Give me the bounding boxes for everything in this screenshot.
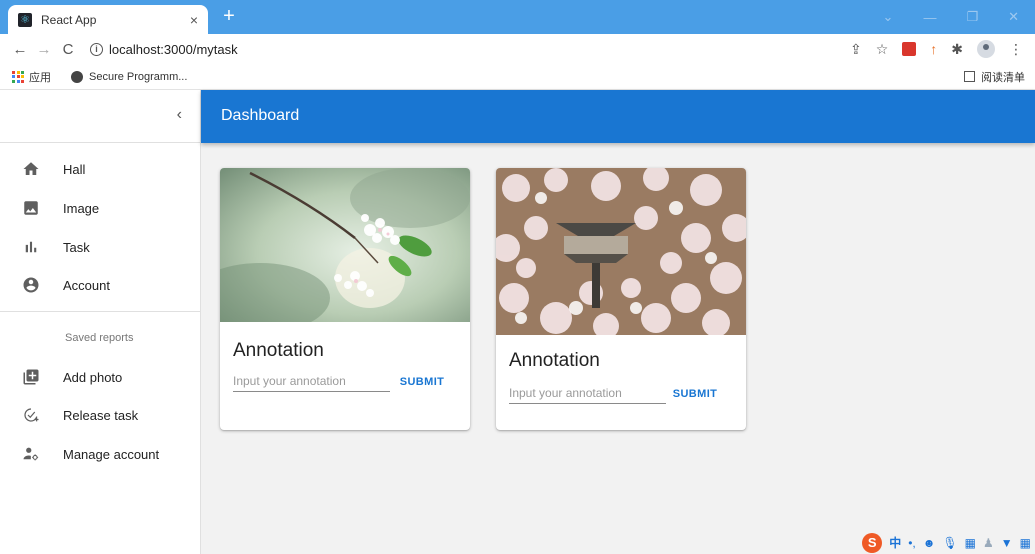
- browser-tab[interactable]: ⚛ React App ×: [8, 5, 208, 34]
- ime-punctuation-icon[interactable]: •,: [908, 536, 916, 550]
- submit-button[interactable]: SUBMIT: [663, 380, 727, 408]
- sidebar-item-image[interactable]: Image: [0, 189, 200, 227]
- app-bar: Dashboard: [201, 90, 1035, 143]
- sidebar-item-label: Task: [63, 239, 90, 255]
- emoji-icon[interactable]: ☻: [923, 536, 936, 550]
- skin-icon[interactable]: ▼: [1001, 536, 1013, 550]
- sidebar-item-label: Account: [63, 277, 110, 293]
- cherry-blossom-lamp-image: [496, 168, 746, 335]
- sidebar-item-label: Add photo: [63, 369, 123, 385]
- share-icon[interactable]: ⇪: [850, 41, 862, 58]
- tools-grid-icon[interactable]: ▦: [1020, 536, 1031, 550]
- image-icon: [0, 199, 63, 217]
- microphone-icon[interactable]: 🎙: [942, 536, 957, 550]
- browser-menu-icon[interactable]: ⋮: [1009, 41, 1023, 58]
- url-text: localhost:3000/mytask: [109, 41, 238, 57]
- submit-button[interactable]: SUBMIT: [390, 368, 454, 396]
- sidebar-item-label: Manage account: [63, 446, 160, 462]
- bookmark-secure-label: Secure Programm...: [89, 70, 188, 83]
- card-heading: Annotation: [233, 340, 324, 361]
- react-favicon-icon: ⚛: [18, 12, 32, 27]
- minimize-icon[interactable]: —: [923, 10, 936, 25]
- page-title: Dashboard: [221, 107, 300, 124]
- bookmark-apps[interactable]: 应用: [12, 69, 51, 85]
- sidebar-item-label: Release task: [63, 407, 139, 423]
- bookmark-apps-label: 应用: [29, 71, 51, 84]
- annotation-card: Annotation SUBMIT: [496, 168, 746, 430]
- manage-account-icon: [0, 445, 63, 463]
- globe-icon: [71, 70, 83, 83]
- release-task-icon: [0, 406, 63, 424]
- sidebar-item-manage-account[interactable]: Manage account: [0, 435, 200, 473]
- bookmark-secure-programming[interactable]: Secure Programm...: [63, 70, 188, 83]
- window-controls: ⌄ — ❐ ✕: [883, 0, 1029, 34]
- sidebar-divider: [0, 311, 200, 312]
- new-tab-button[interactable]: +: [218, 4, 240, 28]
- extension-upload-icon[interactable]: ↑: [930, 41, 937, 57]
- card-heading: Annotation: [509, 350, 600, 371]
- forward-icon[interactable]: →: [32, 41, 56, 58]
- chevron-left-icon[interactable]: ‹: [177, 106, 182, 124]
- ime-mode-indicator[interactable]: 中: [889, 534, 901, 551]
- reading-list-icon: [964, 71, 975, 82]
- add-photo-icon: [0, 368, 63, 386]
- apps-grid-icon: [12, 70, 24, 83]
- sidebar-item-label: Image: [63, 200, 100, 216]
- browser-toolbar: ← → C i localhost:3000/mytask ⇪ ☆ ↑ ✱ ⋮: [0, 34, 1035, 64]
- address-bar[interactable]: i localhost:3000/mytask: [90, 42, 238, 57]
- annotation-card: Annotation SUBMIT: [220, 168, 470, 430]
- cherry-blossom-branch-image: [220, 168, 470, 322]
- site-info-icon[interactable]: i: [90, 42, 103, 56]
- annotation-input[interactable]: [233, 370, 390, 392]
- reading-list-label: 阅读清单: [981, 71, 1025, 84]
- home-icon: [0, 160, 63, 178]
- bar-chart-icon: [0, 238, 63, 256]
- extension-red-icon[interactable]: [902, 42, 917, 56]
- sidebar: ‹ Hall Image Task Account Saved reports …: [0, 90, 201, 554]
- reload-icon[interactable]: C: [56, 41, 80, 58]
- extensions-puzzle-icon[interactable]: ✱: [951, 41, 963, 58]
- profile-avatar-icon[interactable]: [977, 40, 995, 58]
- sogou-ime-icon[interactable]: S: [862, 532, 883, 553]
- bookmarks-bar: 应用 Secure Programm... 阅读清单: [0, 64, 1035, 90]
- sidebar-item-release-task[interactable]: Release task: [0, 396, 200, 434]
- sidebar-header: ‹: [0, 90, 200, 143]
- back-icon[interactable]: ←: [8, 41, 32, 58]
- reading-list[interactable]: 阅读清单: [964, 69, 1025, 85]
- toolbar-actions: ⇪ ☆ ↑ ✱ ⋮: [850, 34, 1023, 64]
- browser-tab-strip: ⚛ React App × + ⌄ — ❐ ✕: [0, 0, 1035, 34]
- bookmark-star-icon[interactable]: ☆: [876, 41, 889, 58]
- sidebar-item-hall[interactable]: Hall: [0, 150, 200, 188]
- annotation-input[interactable]: [509, 382, 666, 404]
- system-tray: S 中 •, ☻ 🎙 ▦ ♟ ▼ ▦: [862, 531, 1035, 554]
- restore-icon[interactable]: ❐: [966, 9, 978, 25]
- close-window-icon[interactable]: ✕: [1008, 9, 1019, 25]
- user-icon[interactable]: ♟: [983, 536, 994, 550]
- tab-title: React App: [41, 12, 97, 27]
- keyboard-icon[interactable]: ▦: [965, 536, 976, 550]
- account-circle-icon: [0, 276, 63, 294]
- tab-close-icon[interactable]: ×: [190, 12, 198, 28]
- sidebar-item-add-photo[interactable]: Add photo: [0, 358, 200, 396]
- sidebar-item-label: Hall: [63, 161, 86, 177]
- tab-search-icon[interactable]: ⌄: [883, 9, 894, 25]
- sidebar-item-task[interactable]: Task: [0, 228, 200, 266]
- sidebar-item-account[interactable]: Account: [0, 266, 200, 304]
- saved-reports-subheader: Saved reports: [65, 332, 134, 344]
